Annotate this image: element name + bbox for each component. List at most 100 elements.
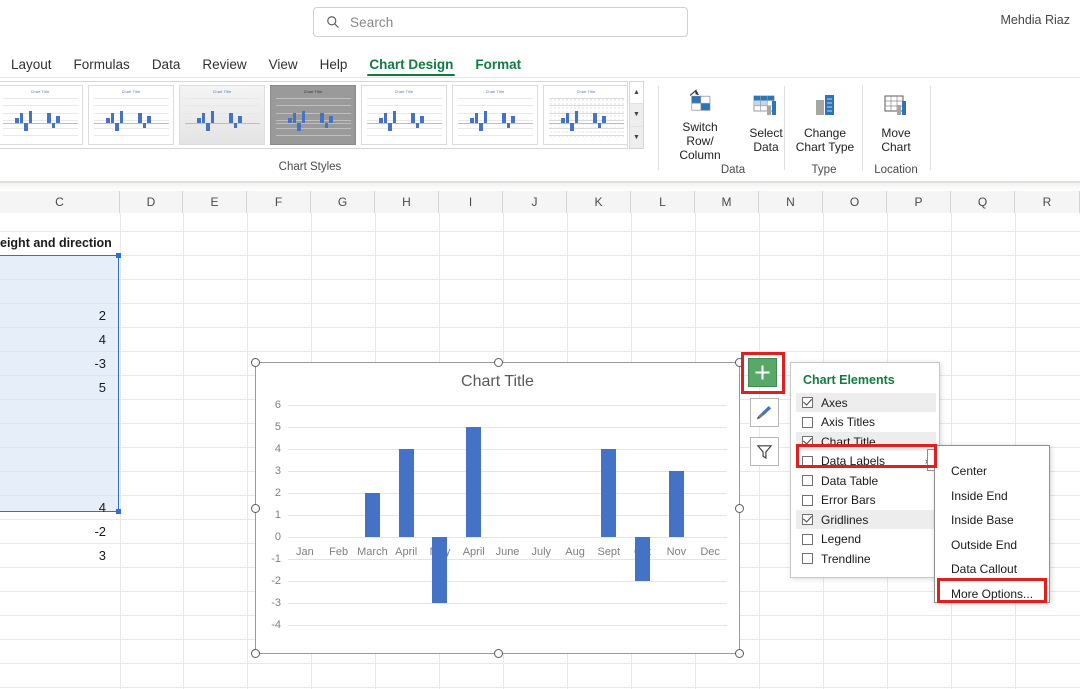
column-header-G[interactable]: G: [311, 191, 375, 213]
cell-C-value[interactable]: 2: [0, 303, 112, 327]
range-handle-br[interactable]: [116, 509, 121, 514]
chart-bar[interactable]: [635, 537, 651, 581]
checkbox-icon[interactable]: [802, 533, 813, 545]
chart-handle-br[interactable]: [735, 649, 744, 658]
column-header-L[interactable]: L: [631, 191, 695, 213]
tab-formulas[interactable]: Formulas: [63, 57, 141, 78]
gallery-scroll[interactable]: ▲ ▼ ▼: [629, 81, 644, 149]
chart-element-label: Error Bars: [821, 493, 876, 507]
cell-C-value[interactable]: 3: [0, 543, 112, 567]
cell-C-value[interactable]: 5: [0, 375, 112, 399]
chart-element-trendline[interactable]: Trendline: [796, 549, 936, 568]
chart-bar[interactable]: [601, 449, 617, 537]
checkbox-icon[interactable]: [802, 494, 813, 506]
select-data-button[interactable]: Select Data: [733, 84, 799, 162]
chart-style-thumbnail-5[interactable]: Chart Title: [361, 85, 447, 145]
chart-style-thumbnail-3[interactable]: Chart Title: [179, 85, 265, 145]
cell-C-value[interactable]: 4: [0, 495, 112, 519]
checkbox-icon[interactable]: [802, 397, 813, 408]
chart-handle-tc[interactable]: [494, 358, 503, 367]
y-axis-tick-label: -3: [271, 597, 281, 609]
column-header-N[interactable]: N: [759, 191, 823, 213]
move-chart-button[interactable]: Move Chart: [863, 84, 929, 162]
chart-handle-bc[interactable]: [494, 649, 503, 658]
gallery-scroll-down[interactable]: ▼: [630, 104, 643, 127]
cell-C-header[interactable]: eight and direction: [0, 231, 120, 254]
tab-format[interactable]: Format: [464, 57, 532, 78]
tab-chart-design[interactable]: Chart Design: [358, 57, 464, 78]
thumbnail-title: Chart Title: [303, 90, 323, 94]
column-header-K[interactable]: K: [567, 191, 631, 213]
column-header-R[interactable]: R: [1015, 191, 1080, 213]
column-header-J[interactable]: J: [503, 191, 567, 213]
submenu-item-outside-end[interactable]: Outside End: [935, 533, 1051, 557]
chart-element-data-table[interactable]: Data Table: [796, 471, 936, 490]
tab-view[interactable]: View: [258, 57, 309, 78]
column-header-Q[interactable]: Q: [951, 191, 1015, 213]
select-data-icon: [753, 95, 776, 115]
chart-style-thumbnail-6[interactable]: Chart Title: [452, 85, 538, 145]
chart-style-thumbnail-2[interactable]: Chart Title: [88, 85, 174, 145]
tab-data[interactable]: Data: [141, 57, 192, 78]
chart-title[interactable]: Chart Title: [256, 373, 739, 391]
search-box[interactable]: Search: [313, 7, 688, 37]
tab-layout[interactable]: Layout: [0, 57, 63, 78]
change-chart-type-button[interactable]: Change Chart Type: [791, 84, 859, 162]
chart-handle-ml[interactable]: [251, 504, 260, 513]
gallery-more-button[interactable]: ▼: [630, 126, 643, 148]
chart-filters-button[interactable]: [750, 437, 779, 466]
switch-row-column-button[interactable]: Switch Row/ Column: [667, 84, 733, 162]
chart-bar[interactable]: [364, 493, 380, 537]
submenu-item-inside-end[interactable]: Inside End: [935, 484, 1051, 508]
chart-styles-button[interactable]: [750, 398, 779, 427]
column-header-O[interactable]: O: [823, 191, 887, 213]
submenu-item-inside-base[interactable]: Inside Base: [935, 508, 1051, 532]
chart-style-thumbnail-4[interactable]: Chart Title: [270, 85, 356, 145]
user-name[interactable]: Mehdia Riaz: [1001, 13, 1070, 27]
chart-bar[interactable]: [466, 427, 482, 537]
thumbnail-plot: [276, 98, 351, 139]
column-header-P[interactable]: P: [887, 191, 951, 213]
thumbnail-bar: [201, 113, 206, 124]
chart-element-axis-titles[interactable]: Axis Titles: [796, 413, 936, 432]
column-header-F[interactable]: F: [247, 191, 311, 213]
tab-review[interactable]: Review: [191, 57, 257, 78]
chart-handle-mr[interactable]: [735, 504, 744, 513]
gallery-scroll-up[interactable]: ▲: [630, 82, 643, 105]
column-header-D[interactable]: D: [120, 191, 183, 213]
cell-C-value[interactable]: 4: [0, 327, 112, 351]
chart-bar[interactable]: [668, 471, 684, 537]
column-header-H[interactable]: H: [375, 191, 439, 213]
group-label-data: Data: [720, 164, 746, 176]
gridline-vertical: [247, 213, 248, 689]
chart-elements-panel[interactable]: Chart Elements Axes Axis Titles Chart Titl…: [790, 362, 940, 578]
checkbox-icon[interactable]: [802, 475, 813, 486]
column-header-I[interactable]: I: [439, 191, 503, 213]
chart-handle-bl[interactable]: [251, 649, 260, 658]
checkbox-icon[interactable]: [802, 416, 813, 428]
chart-element-legend[interactable]: Legend: [796, 530, 936, 549]
thumbnail-bar: [392, 110, 397, 124]
chart-plot-area[interactable]: 6543210-1-2-3-4JanFebMarchAprilMayAprilJ…: [271, 399, 727, 631]
cell-C-value[interactable]: -3: [0, 351, 112, 375]
chart-element-gridlines[interactable]: Gridlines: [796, 510, 936, 529]
checkbox-icon[interactable]: [802, 553, 813, 564]
chart-handle-tl[interactable]: [251, 358, 260, 367]
chart-bar[interactable]: [432, 537, 448, 603]
column-header-M[interactable]: M: [695, 191, 759, 213]
cell-C-value[interactable]: -2: [0, 519, 112, 543]
column-header-E[interactable]: E: [183, 191, 247, 213]
checkbox-icon[interactable]: [802, 514, 813, 525]
tab-help[interactable]: Help: [309, 57, 359, 78]
column-header-C[interactable]: C: [0, 191, 120, 213]
thumbnail-bar: [197, 118, 201, 124]
chart-object[interactable]: Chart Title 6 5 4 3 2 1 0 -1 -2 -3 -4 Jan Feb March Ap…: [251, 358, 744, 658]
submenu-item-center[interactable]: Center: [935, 459, 1051, 483]
chart-styles-gallery[interactable]: Chart Title Chart Title Chart Title Chart T…: [0, 81, 644, 182]
thumbnail-bar: [110, 113, 115, 124]
chart-element-axes[interactable]: Axes: [796, 393, 936, 412]
chart-style-thumbnail-1[interactable]: Chart Title: [0, 85, 83, 145]
chart-style-thumbnail-7[interactable]: Chart Title: [543, 85, 627, 145]
chart-bar[interactable]: [398, 449, 414, 537]
chart-element-error-bars[interactable]: Error Bars: [796, 491, 936, 510]
